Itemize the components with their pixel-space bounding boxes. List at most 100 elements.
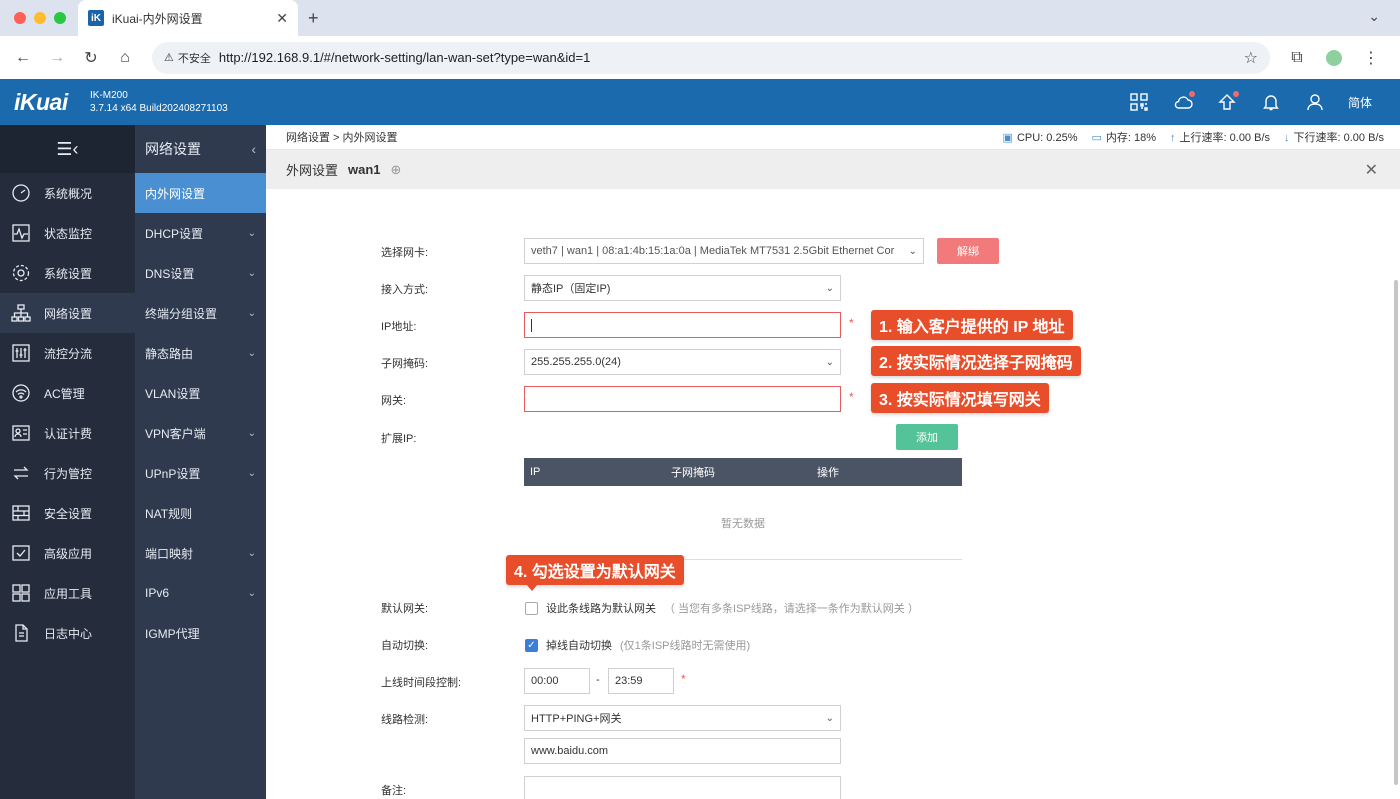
- sidebar-item-12[interactable]: 日志中心: [0, 613, 135, 653]
- submenu-item-8[interactable]: UPnP设置 ⌄: [135, 453, 266, 493]
- tab-title: iKuai-内外网设置: [112, 11, 203, 26]
- submenu-item-6[interactable]: VLAN设置: [135, 373, 266, 413]
- device-info: IK-M200 3.7.14 x64 Build202408271103: [90, 89, 228, 115]
- menu-kebab-icon[interactable]: ⋮: [1356, 43, 1386, 73]
- chevron-down-icon: ⌄: [247, 347, 256, 359]
- sidebar-item-3[interactable]: 系统设置: [0, 253, 135, 293]
- sidebar-item-11[interactable]: 应用工具: [0, 573, 135, 613]
- sidebar-item-9[interactable]: 安全设置: [0, 493, 135, 533]
- plus-circle-icon[interactable]: ⊕: [391, 162, 402, 178]
- breadcrumb: 网络设置 > 内外网设置: [286, 132, 398, 144]
- submenu-item-label: VLAN设置: [145, 386, 201, 401]
- browser-chrome: iK iKuai-内外网设置 ✕ + ⌄ ← → ↻ ⌂ ⚠ 不安全 http:…: [0, 0, 1400, 79]
- required-asterisk: *: [849, 390, 854, 404]
- submenu-item-2[interactable]: DHCP设置 ⌄: [135, 213, 266, 253]
- callout-step-1: 1. 输入客户提供的 IP 地址: [871, 310, 1073, 340]
- upload-stat: ↑ 上行速率: 0.00 B/s: [1170, 129, 1270, 145]
- add-button[interactable]: 添加: [896, 424, 958, 450]
- submenu-item-4[interactable]: 终端分组设置 ⌄: [135, 293, 266, 333]
- gateway-label: 网关:: [381, 395, 407, 407]
- secondary-sidebar-header: 网络设置 ‹: [135, 125, 266, 173]
- security-indicator[interactable]: ⚠ 不安全: [164, 50, 211, 66]
- back-icon[interactable]: ←: [8, 43, 38, 73]
- profile-avatar[interactable]: [1324, 47, 1344, 68]
- reload-icon[interactable]: ↻: [76, 43, 106, 73]
- sidebar-item-2[interactable]: 状态监控: [0, 213, 135, 253]
- forward-icon[interactable]: →: [42, 43, 72, 73]
- user-icon[interactable]: [1304, 91, 1326, 113]
- auto-switch-text[interactable]: 掉线自动切换: [546, 637, 612, 653]
- remark-textarea[interactable]: [524, 776, 841, 799]
- cpu-value: CPU: 0.25%: [1016, 131, 1078, 144]
- close-icon[interactable]: ✕: [1365, 160, 1378, 180]
- new-tab-icon[interactable]: +: [308, 8, 319, 29]
- time-separator: -: [596, 674, 600, 686]
- submenu-item-12[interactable]: IGMP代理: [135, 613, 266, 653]
- sidebar-item-4[interactable]: 网络设置: [0, 293, 135, 333]
- close-tab-icon[interactable]: ✕: [276, 10, 288, 27]
- security-label: 不安全: [177, 52, 211, 65]
- page-title: 外网设置: [286, 163, 339, 178]
- qrcode-icon[interactable]: [1128, 91, 1150, 113]
- time-end-input[interactable]: 23:59: [608, 668, 674, 694]
- sidebar-item-label: 高级应用: [44, 546, 93, 561]
- wifi-icon: [10, 382, 32, 404]
- ip-input[interactable]: [524, 312, 841, 338]
- collapse-menu-icon[interactable]: ☰‹: [0, 125, 135, 173]
- default-gw-checkbox[interactable]: [525, 601, 538, 615]
- collapse-chevron-icon[interactable]: ‹: [251, 141, 256, 157]
- pulse-icon: [10, 222, 32, 244]
- home-icon[interactable]: ⌂: [110, 43, 140, 73]
- line-detect-label: 线路检测:: [381, 714, 429, 726]
- maximize-window-button[interactable]: [54, 12, 66, 24]
- submenu-item-10[interactable]: 端口映射 ⌄: [135, 533, 266, 573]
- sliders-icon: [10, 342, 32, 364]
- sidebar-item-6[interactable]: AC管理: [0, 373, 135, 413]
- sidebar-item-7[interactable]: 认证计费: [0, 413, 135, 453]
- time-start-input[interactable]: 00:00: [524, 668, 590, 694]
- language-switch[interactable]: 简体: [1348, 94, 1372, 111]
- extensions-icon[interactable]: ⧉: [1282, 43, 1312, 73]
- col-action: 操作: [817, 467, 839, 479]
- callout-step-3: 3. 按实际情况填写网关: [871, 383, 1049, 413]
- submenu-item-9[interactable]: NAT规则: [135, 493, 266, 533]
- submenu-item-7[interactable]: VPN客户端 ⌄: [135, 413, 266, 453]
- scrollbar[interactable]: [1394, 280, 1398, 785]
- bookmark-star-icon[interactable]: ☆: [1244, 48, 1258, 68]
- cloud-icon[interactable]: [1172, 91, 1195, 113]
- detect-host-input[interactable]: www.baidu.com: [524, 738, 841, 764]
- table-header: IP 子网掩码 操作: [524, 458, 962, 486]
- submenu-item-3[interactable]: DNS设置 ⌄: [135, 253, 266, 293]
- submenu-item-5[interactable]: 静态路由 ⌄: [135, 333, 266, 373]
- mem-stat: ▭ 内存: 18%: [1091, 129, 1156, 145]
- upgrade-icon[interactable]: [1216, 91, 1239, 113]
- submenu-item-11[interactable]: IPv6 ⌄: [135, 573, 266, 613]
- access-select[interactable]: 静态IP（固定IP) ⌄: [524, 275, 841, 301]
- sidebar-item-10[interactable]: 高级应用: [0, 533, 135, 573]
- unbind-button[interactable]: 解绑: [937, 238, 999, 264]
- line-detect-select[interactable]: HTTP+PING+网关 ⌄: [524, 705, 841, 731]
- url-text[interactable]: http://192.168.9.1/#/network-setting/lan…: [219, 50, 1236, 65]
- close-window-button[interactable]: [14, 12, 26, 24]
- tab-search-chevron-icon[interactable]: ⌄: [1368, 8, 1380, 25]
- chevron-down-icon: ⌄: [247, 227, 256, 239]
- submenu-item-1[interactable]: 内外网设置: [135, 173, 266, 213]
- chevron-down-icon: ⌄: [247, 547, 256, 559]
- gateway-input[interactable]: [524, 386, 841, 412]
- nic-select[interactable]: veth7 | wan1 | 08:a1:4b:15:1a:0a | Media…: [524, 238, 924, 264]
- minimize-window-button[interactable]: [34, 12, 46, 24]
- page-header: 外网设置 wan1 ⊕ ✕: [266, 150, 1400, 189]
- auto-switch-checkbox[interactable]: ✓: [525, 638, 538, 652]
- sidebar-item-8[interactable]: 行为管控: [0, 453, 135, 493]
- sidebar-item-1[interactable]: 系统概况: [0, 173, 135, 213]
- address-bar[interactable]: ⚠ 不安全 http://192.168.9.1/#/network-setti…: [152, 41, 1270, 74]
- callout-step-2: 2. 按实际情况选择子网掩码: [871, 346, 1081, 376]
- ext-ip-table: IP 子网掩码 操作 暂无数据: [524, 458, 962, 560]
- mask-select[interactable]: 255.255.255.0(24) ⌄: [524, 349, 841, 375]
- browser-tab[interactable]: iK iKuai-内外网设置 ✕: [78, 0, 298, 36]
- sidebar-item-5[interactable]: 流控分流: [0, 333, 135, 373]
- default-gw-text[interactable]: 设此条线路为默认网关: [546, 600, 656, 616]
- submenu-item-label: 内外网设置: [145, 186, 206, 201]
- bell-icon[interactable]: [1260, 91, 1282, 113]
- time-end-value: 23:59: [615, 675, 643, 687]
